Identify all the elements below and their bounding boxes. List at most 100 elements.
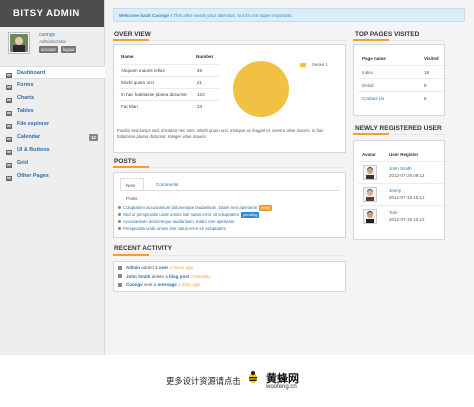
sidebar-nav: Dashboard Forms Charts Tables File explorer C… <box>0 66 105 183</box>
user-register-date: 2012-07-29 09:12 <box>389 173 425 178</box>
col-header-avatar: Avatar <box>362 152 376 157</box>
forms-icon <box>6 83 12 90</box>
overview-pie-chart <box>233 61 289 117</box>
user-row: Jenny 2012-07-19 15:12 <box>358 183 450 205</box>
buttons-icon <box>6 148 12 155</box>
row-number: 45 <box>197 68 203 73</box>
sidebar-item-label: Dashboard <box>17 70 46 76</box>
sidebar-item-label: Forms <box>17 82 34 88</box>
user-name-link[interactable]: Jenny <box>389 188 401 193</box>
sidebar-item-charts[interactable]: Charts <box>0 92 105 105</box>
logout-button[interactable]: logout <box>61 46 77 53</box>
activity-time: Yesterday <box>189 273 211 279</box>
user-row: John Smith 2012-07-29 09:12 <box>358 161 450 183</box>
sidebar-item-grid[interactable]: Grid <box>0 157 105 170</box>
post-item[interactable]: Sed ut perspiciatis unde omnis iste natu… <box>117 212 260 218</box>
row-number: 124 <box>197 92 205 97</box>
activity-action: delete a <box>150 273 170 279</box>
activity-item: Cuongv sent a message 2 days ago <box>118 282 200 287</box>
sidebar-item-other-pages[interactable]: Other Pages <box>0 170 105 183</box>
activity-time: 2 hours ago <box>168 265 194 270</box>
footer-text: 更多设计资源请点击 <box>166 376 241 386</box>
col-header-name: Name <box>121 54 134 59</box>
user-name-link[interactable]: John Smith <box>389 166 412 171</box>
account-button[interactable]: account <box>39 46 58 53</box>
sidebar-item-label: Calendar <box>17 134 41 140</box>
post-item[interactable]: Perspiciatis unde omnis iste natus error… <box>118 226 226 231</box>
col-header-user: User Register <box>389 152 419 157</box>
pages-icon <box>6 174 12 181</box>
post-item[interactable]: Accusantium doloremque laudantium, totam… <box>118 219 235 224</box>
sidebar-item-ui-buttons[interactable]: UI & Buttons <box>0 144 105 157</box>
table-row: In hac habitasse platea dictumst 124 <box>119 88 220 100</box>
row-name: Fat Man <box>121 104 138 109</box>
post-text: Accusantium doloremque laudantium, totam… <box>123 219 235 224</box>
sidebar-item-label: Grid <box>17 160 29 166</box>
overview-description: Facilisi sed luctus sed, tincidunt nec s… <box>117 128 324 140</box>
visited-count: 6 <box>424 96 427 101</box>
sidebar-item-label: UI & Buttons <box>17 147 50 153</box>
top-pages-title: TOP PAGES VISITED <box>355 31 420 38</box>
calendar-badge: 12 <box>89 134 98 141</box>
avatar[interactable] <box>363 209 377 224</box>
sidebar-item-calendar[interactable]: Calendar 12 <box>0 131 105 144</box>
sidebar-item-forms[interactable]: Forms <box>0 79 105 92</box>
user-name-link[interactable]: cuongv <box>39 32 55 38</box>
sidebar-item-tables[interactable]: Tables <box>0 105 105 118</box>
posts-title: POSTS <box>114 158 137 165</box>
post-item[interactable]: Coluptatem accusantium doloremque laudan… <box>118 205 272 211</box>
charts-icon <box>6 96 12 103</box>
app-window: BITSY ADMIN cuongv Administrator account… <box>0 0 474 355</box>
top-pages-panel: Page name Visited Index 18 Detail 9 Contact … <box>353 44 450 116</box>
col-header-visited: Visited <box>424 56 439 61</box>
table-row: Fat Man 23 <box>119 100 220 112</box>
post-text: Sed ut perspiciatis unde omnis iste natu… <box>123 212 240 217</box>
activity-item: Admin added 1 user 2 hours ago <box>118 265 193 270</box>
activity-action: added <box>140 265 156 270</box>
col-header-number: Number <box>196 54 214 59</box>
avatar[interactable] <box>363 187 377 202</box>
user-avatar[interactable] <box>8 32 30 54</box>
sidebar-item-label: Charts <box>17 95 35 101</box>
posts-panel: New Posts Comments Coluptatem accusantiu… <box>113 172 346 238</box>
post-text: Perspiciatis unde omnis iste natus error… <box>123 226 226 231</box>
user-name-link[interactable]: Tom <box>389 210 398 215</box>
new-users-underline <box>353 133 445 135</box>
activity-user-link[interactable]: Admin <box>126 265 140 270</box>
pie-slice <box>233 61 289 117</box>
row-name: In hac habitasse platea dictumst <box>121 92 187 97</box>
bee-logo-icon <box>249 371 257 383</box>
tables-icon <box>6 109 12 116</box>
activity-user-link[interactable]: John Smith <box>126 274 151 279</box>
activity-user-link[interactable]: Cuongv <box>126 282 143 287</box>
legend-label: Series 1 <box>312 62 328 67</box>
tabs-divider <box>120 190 339 191</box>
activity-object-link[interactable]: 1 user <box>155 265 168 270</box>
activity-title-underline <box>113 254 346 256</box>
user-box: cuongv Administrator account logout <box>8 31 100 59</box>
row-name: Aliquam mauris tellus <box>121 68 165 73</box>
user-row: Tom 2012-07-19 12:12 <box>358 205 450 227</box>
user-role: Administrator <box>39 39 67 44</box>
user-register-date: 2012-07-19 12:12 <box>389 217 425 222</box>
pie-legend: Series 1 <box>300 62 328 67</box>
table-row: Contact Us 6 <box>358 91 450 104</box>
sidebar-item-dashboard[interactable]: Dashboard <box>0 66 105 79</box>
avatar[interactable] <box>363 165 377 180</box>
activity-icon <box>118 265 122 270</box>
page-link[interactable]: Contact Us <box>362 92 384 105</box>
legend-swatch <box>300 62 306 67</box>
status-badge: pending <box>241 212 260 218</box>
sidebar-item-file-explorer[interactable]: File explorer <box>0 118 105 131</box>
footer-url[interactable]: woofeng.cn <box>266 384 297 390</box>
sidebar-item-label: File explorer <box>17 121 50 127</box>
posts-title-underline <box>113 166 346 168</box>
activity-object-link[interactable]: message <box>158 282 177 287</box>
brand-title: BITSY ADMIN <box>0 0 104 27</box>
activity-panel: Admin added 1 user 2 hours ago John Smith… <box>113 261 346 292</box>
calendar-icon <box>6 135 12 142</box>
table-row: Index 18 <box>358 65 450 78</box>
activity-object-link[interactable]: blog post <box>169 274 189 279</box>
post-text: Coluptatem accusantium doloremque laudan… <box>123 205 258 210</box>
table-row: Aliquam mauris tellus 45 <box>119 64 220 76</box>
